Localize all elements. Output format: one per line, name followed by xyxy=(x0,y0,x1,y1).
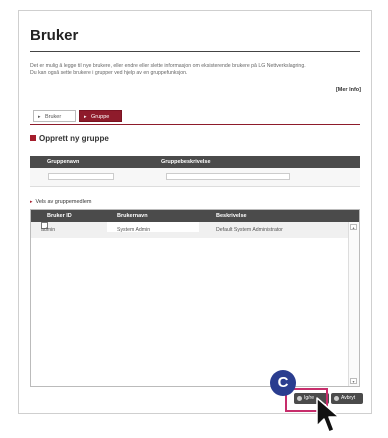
mouse-cursor-icon xyxy=(316,397,340,433)
scroll-down-icon[interactable]: ▾ xyxy=(350,378,357,384)
more-info-link[interactable]: [Mer Info] xyxy=(336,87,361,93)
user-panel: Bruker Det er mulig å legge til nye bruk… xyxy=(18,10,372,414)
header-user-id: Bruker ID xyxy=(47,213,72,219)
create-group-title: Opprett ny gruppe xyxy=(39,134,109,143)
table-row[interactable]: admin System Admin Default System Admini… xyxy=(31,222,349,238)
tab-bruker[interactable]: ▸ Bruker xyxy=(33,110,76,122)
tab-bruker-label: Bruker xyxy=(45,114,62,120)
callout-badge: C xyxy=(270,370,296,396)
tab-gruppe[interactable]: ▸ Gruppe xyxy=(79,110,122,122)
header-group-desc: Gruppebeskrivelse xyxy=(161,159,211,165)
group-description-input[interactable] xyxy=(166,173,290,180)
tab-arrow-icon: ▸ xyxy=(38,114,41,120)
members-heading: ▸ Vels av gruppemedlem xyxy=(30,199,91,205)
title-divider xyxy=(30,51,360,52)
description-line-1: Det er mulig å legge til nye brukere, el… xyxy=(30,63,306,69)
create-group-heading: Opprett ny gruppe xyxy=(30,134,109,143)
user-id-value: admin xyxy=(41,227,56,233)
table-scrollbar[interactable]: ▴ ▾ xyxy=(348,222,359,386)
page-title: Bruker xyxy=(30,27,79,44)
tab-underline xyxy=(30,124,360,125)
members-table-header: Bruker ID Brukernavn Beskrivelse xyxy=(31,210,359,222)
scroll-up-icon[interactable]: ▴ xyxy=(350,224,357,230)
section-arrow-icon: ▸ xyxy=(30,199,33,205)
section-square-icon xyxy=(30,135,36,141)
header-group-name: Gruppenavn xyxy=(47,159,80,165)
page-description: Det er mulig å legge til nye brukere, el… xyxy=(30,63,360,77)
username-value: System Admin xyxy=(117,227,151,233)
header-description: Beskrivelse xyxy=(216,213,247,219)
description-line-2: Du kan også sette brukere i grupper ved … xyxy=(30,70,188,76)
members-table: Bruker ID Brukernavn Beskrivelse admin S… xyxy=(30,209,360,387)
tab-gruppe-label: Gruppe xyxy=(91,114,110,120)
description-value: Default System Administrator xyxy=(216,227,283,233)
group-name-input[interactable] xyxy=(48,173,114,180)
group-form-row xyxy=(30,168,360,187)
tab-arrow-icon: ▸ xyxy=(84,114,87,120)
members-title: Vels av gruppemedlem xyxy=(35,199,92,205)
group-form-header: Gruppenavn Gruppebeskrivelse xyxy=(30,156,360,168)
header-username: Brukernavn xyxy=(117,213,148,219)
